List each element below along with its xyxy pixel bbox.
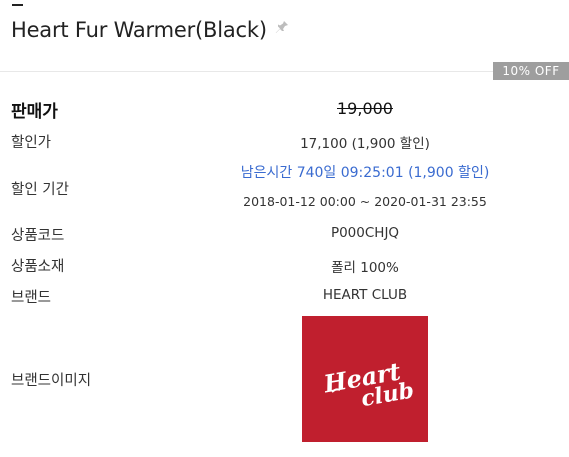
sale-price-label: 판매가 bbox=[11, 102, 58, 122]
brand-value[interactable]: HEART CLUB bbox=[300, 287, 430, 303]
material-value: 폴리 100% bbox=[331, 260, 399, 276]
material-label: 상품소재 bbox=[11, 259, 65, 275]
pin-icon[interactable] bbox=[275, 19, 289, 38]
brand-label: 브랜드 bbox=[11, 290, 52, 306]
product-title: Heart Fur Warmer(Black) bbox=[11, 18, 267, 42]
discount-period-label: 할인 기간 bbox=[11, 182, 69, 198]
sale-price-value: 19,000 bbox=[337, 99, 393, 118]
brand-logo: Heart club bbox=[302, 316, 428, 442]
product-code-label: 상품코드 bbox=[11, 228, 65, 244]
discount-date-range: 2018-01-12 00:00 ~ 2020-01-31 23:55 bbox=[243, 194, 487, 209]
remaining-time: 남은시간 740일 09:25:01 (1,900 할인) bbox=[240, 165, 490, 181]
brand-image-label: 브랜드이미지 bbox=[11, 373, 92, 389]
discount-badge: 10% OFF bbox=[493, 62, 569, 80]
product-code-value: P000CHJQ bbox=[330, 225, 400, 241]
top-bar-mark bbox=[12, 4, 23, 6]
discount-price-value: 17,100 (1,900 할인) bbox=[300, 136, 430, 152]
title-divider bbox=[0, 71, 569, 72]
discount-price-label: 할인가 bbox=[11, 135, 52, 151]
product-title-row: Heart Fur Warmer(Black) bbox=[11, 18, 289, 42]
